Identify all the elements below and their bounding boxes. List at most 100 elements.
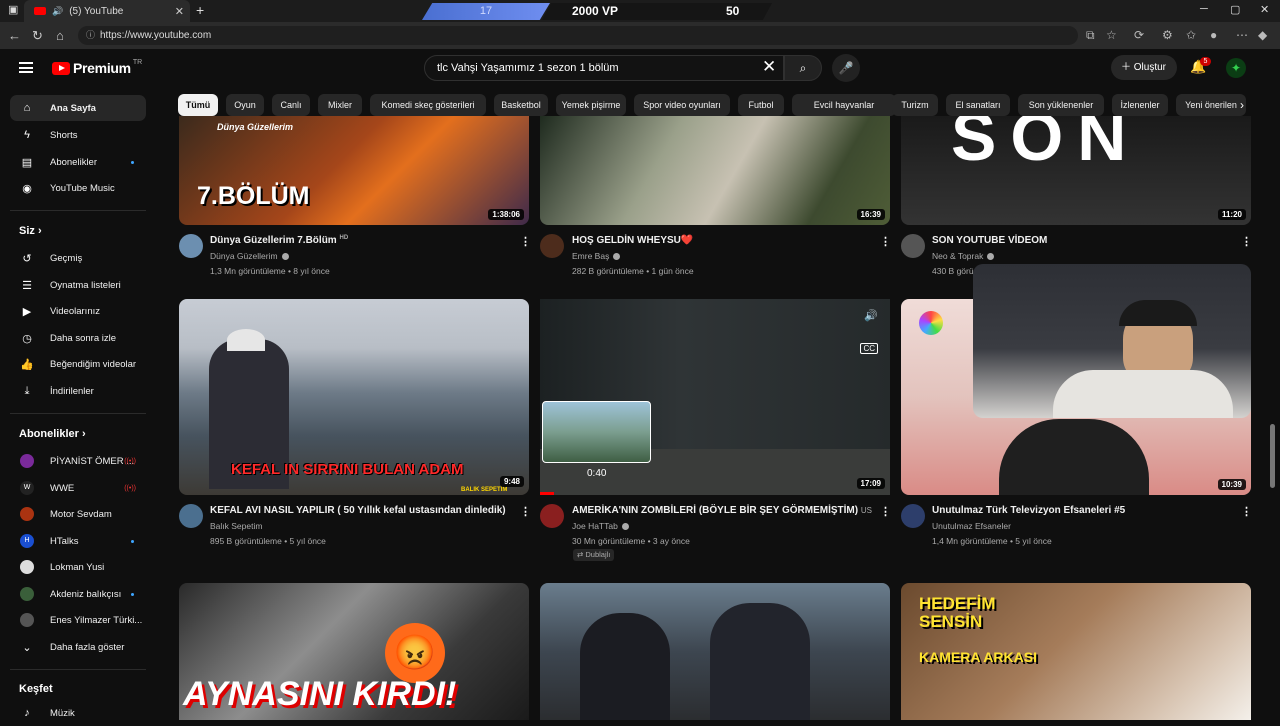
- chip-pets[interactable]: Evcil hayvanlar: [792, 94, 896, 116]
- account-avatar[interactable]: ✦: [1226, 58, 1246, 78]
- chip-cooking[interactable]: Yemek pişirme: [556, 94, 626, 116]
- maximize-icon[interactable]: ▢: [1230, 3, 1240, 16]
- refresh-ext-icon[interactable]: ⟳: [1134, 28, 1144, 42]
- copilot-icon[interactable]: ◆: [1258, 28, 1267, 42]
- sidebar-item-subscriptions[interactable]: ▤ Abonelikler: [10, 149, 146, 175]
- captions-icon[interactable]: CC: [860, 343, 878, 354]
- sidebar-item-your-videos[interactable]: ▶ Videolarınız: [10, 298, 146, 324]
- chip-sports-games[interactable]: Spor video oyunları: [634, 94, 730, 116]
- sidebar-subscriptions-header[interactable]: Abonelikler ›: [19, 428, 86, 440]
- video-preview-player[interactable]: 🔊 CC 0:40 17:09: [540, 299, 890, 495]
- favorite-star-icon[interactable]: ☆: [1106, 28, 1117, 42]
- sidebar-item-liked[interactable]: 👍 Beğendiğim videolar: [10, 351, 146, 377]
- channel-name[interactable]: Balık Sepetim: [210, 521, 262, 531]
- video-thumbnail[interactable]: 😡 AYNASINI KIRDI!: [179, 583, 529, 720]
- sidebar-sub-akdeniz-balikcisi[interactable]: Akdeniz balıkçısı: [10, 581, 146, 607]
- chip-mixes[interactable]: Mixler: [318, 94, 362, 116]
- channel-name[interactable]: Emre Baş: [572, 251, 621, 261]
- chip-tourism[interactable]: Turizm: [892, 94, 938, 116]
- sidebar-item-shorts[interactable]: ϟ Shorts: [10, 122, 146, 148]
- video-thumbnail[interactable]: HEDEFİM SENSİN KAMERA ARKASI: [901, 583, 1251, 720]
- youtube-logo[interactable]: Premium TR: [52, 59, 142, 76]
- channel-avatar[interactable]: [179, 504, 203, 528]
- sidebar-item-history[interactable]: ↺ Geçmiş: [10, 245, 146, 271]
- url-bar[interactable]: ⓘ https://www.youtube.com: [78, 26, 1078, 45]
- search-button[interactable]: ⌕: [784, 55, 822, 81]
- sidebar-item-music-explore[interactable]: ♪ Müzik: [10, 700, 146, 726]
- sidebar-item-downloads[interactable]: ⤓ İndirilenler: [10, 378, 146, 404]
- extensions-icon[interactable]: ⚙: [1162, 28, 1173, 42]
- guide-menu-icon[interactable]: [19, 62, 33, 73]
- video-thumbnail[interactable]: Dünya Güzellerim 7.BÖLÜM 1:38:06: [179, 116, 529, 225]
- channel-avatar[interactable]: [540, 504, 564, 528]
- favorites-icon[interactable]: ✩: [1186, 28, 1196, 42]
- video-thumbnail[interactable]: 16:39: [540, 116, 890, 225]
- mute-icon[interactable]: 🔊: [864, 309, 878, 322]
- voice-search-button[interactable]: 🎤: [832, 54, 860, 82]
- channel-name[interactable]: Neo & Toprak: [932, 251, 995, 261]
- chip-gaming[interactable]: Oyun: [226, 94, 264, 116]
- channel-name[interactable]: Dünya Güzellerim: [210, 251, 289, 261]
- app-install-icon[interactable]: ⧉: [1086, 28, 1095, 43]
- chip-comedy[interactable]: Komedi skeç gösterileri: [370, 94, 486, 116]
- sidebar-item-music[interactable]: ◉ YouTube Music: [10, 175, 146, 201]
- channel-name[interactable]: Joe HaTTab: [572, 521, 629, 531]
- sidebar-sub-wwe[interactable]: W WWE ((•)): [10, 475, 146, 501]
- reload-icon[interactable]: ↻: [32, 28, 43, 44]
- more-menu-icon[interactable]: ⋯: [1236, 28, 1248, 42]
- video-menu-icon[interactable]: ⋮: [1241, 505, 1252, 518]
- video-title[interactable]: AMERİKA'NIN ZOMBİLERİ (BÖYLE BİR ŞEY GÖR…: [572, 505, 872, 516]
- sidebar-you-header[interactable]: Siz ›: [19, 225, 42, 237]
- video-title[interactable]: Unutulmaz Türk Televizyon Efsaneleri #5: [932, 505, 1125, 516]
- sidebar-item-playlists[interactable]: ☰ Oynatma listeleri: [10, 272, 146, 298]
- sidebar-sub-motor-sevdam[interactable]: Motor Sevdam: [10, 501, 146, 527]
- video-thumbnail[interactable]: SON 11:20: [901, 116, 1251, 225]
- sidebar-item-home[interactable]: ⌂ Ana Sayfa: [10, 95, 146, 121]
- video-menu-icon[interactable]: ⋮: [880, 235, 891, 248]
- video-title[interactable]: HOŞ GELDİN WHEYSU❤️: [572, 235, 693, 246]
- profile-icon[interactable]: ●: [1210, 28, 1217, 42]
- channel-avatar[interactable]: [540, 234, 564, 258]
- close-tab-icon[interactable]: ✕: [175, 5, 184, 18]
- home-browser-icon[interactable]: ⌂: [56, 28, 64, 43]
- sidebar-sub-htalks[interactable]: H HTalks: [10, 528, 146, 554]
- channel-avatar[interactable]: [901, 234, 925, 258]
- back-icon[interactable]: ←: [8, 28, 21, 43]
- chips-next-arrow-icon[interactable]: ›: [1240, 98, 1244, 112]
- channel-avatar[interactable]: [901, 504, 925, 528]
- site-info-icon[interactable]: ⓘ: [86, 26, 95, 45]
- new-tab-icon[interactable]: +: [196, 2, 204, 18]
- chip-live[interactable]: Canlı: [272, 94, 310, 116]
- speaker-icon[interactable]: 🔊: [52, 6, 63, 17]
- sidebar-sub-lokman-yusi[interactable]: Lokman Yusi: [10, 554, 146, 580]
- channel-avatar[interactable]: [179, 234, 203, 258]
- chip-new-recommended[interactable]: Yeni önerilen: [1176, 94, 1246, 116]
- search-input[interactable]: tlc Vahşi Yaşamımız 1 sezon 1 bölüm: [424, 55, 784, 81]
- chip-recent[interactable]: Son yüklenenler: [1018, 94, 1104, 116]
- sidebar-sub-enes-yilmazer[interactable]: Enes Yilmazer Türki...: [10, 607, 146, 633]
- close-window-icon[interactable]: ✕: [1260, 3, 1269, 16]
- sidebar-show-more[interactable]: ⌄ Daha fazla göster: [10, 634, 146, 660]
- browser-tab-youtube[interactable]: 🔊 (5) YouTube ✕: [24, 0, 190, 22]
- window-menu-icon[interactable]: ▣: [8, 3, 18, 16]
- clear-search-icon[interactable]: ✕: [762, 58, 776, 76]
- video-menu-icon[interactable]: ⋮: [1241, 235, 1252, 248]
- minimize-icon[interactable]: ─: [1200, 3, 1208, 15]
- chip-all[interactable]: Tümü: [178, 94, 218, 116]
- video-menu-icon[interactable]: ⋮: [520, 235, 531, 248]
- chip-basketball[interactable]: Basketbol: [494, 94, 548, 116]
- progress-bar-played[interactable]: [540, 492, 554, 495]
- video-title[interactable]: KEFAL AVI NASIL YAPILIR ( 50 Yıllık kefa…: [210, 505, 506, 516]
- create-button[interactable]: ＋ Oluştur: [1111, 55, 1177, 80]
- sidebar-item-watch-later[interactable]: ◷ Daha sonra izle: [10, 325, 146, 351]
- video-title[interactable]: Dünya Güzellerim 7.Bölüm HD: [210, 235, 348, 246]
- sidebar-sub-piyanist-omer[interactable]: PİYANİST ÖMER ... ((•)): [10, 448, 146, 474]
- channel-name[interactable]: Unutulmaz Efsaneler: [932, 521, 1011, 531]
- video-thumbnail[interactable]: KEFAL IN SIRRINI BULAN ADAM BALIK SEPETI…: [179, 299, 529, 495]
- video-menu-icon[interactable]: ⋮: [520, 505, 531, 518]
- video-thumbnail[interactable]: [540, 583, 890, 720]
- page-scrollbar[interactable]: [1270, 424, 1275, 488]
- chip-crafts[interactable]: El sanatları: [946, 94, 1010, 116]
- chip-watched[interactable]: İzlenenler: [1112, 94, 1168, 116]
- video-menu-icon[interactable]: ⋮: [880, 505, 891, 518]
